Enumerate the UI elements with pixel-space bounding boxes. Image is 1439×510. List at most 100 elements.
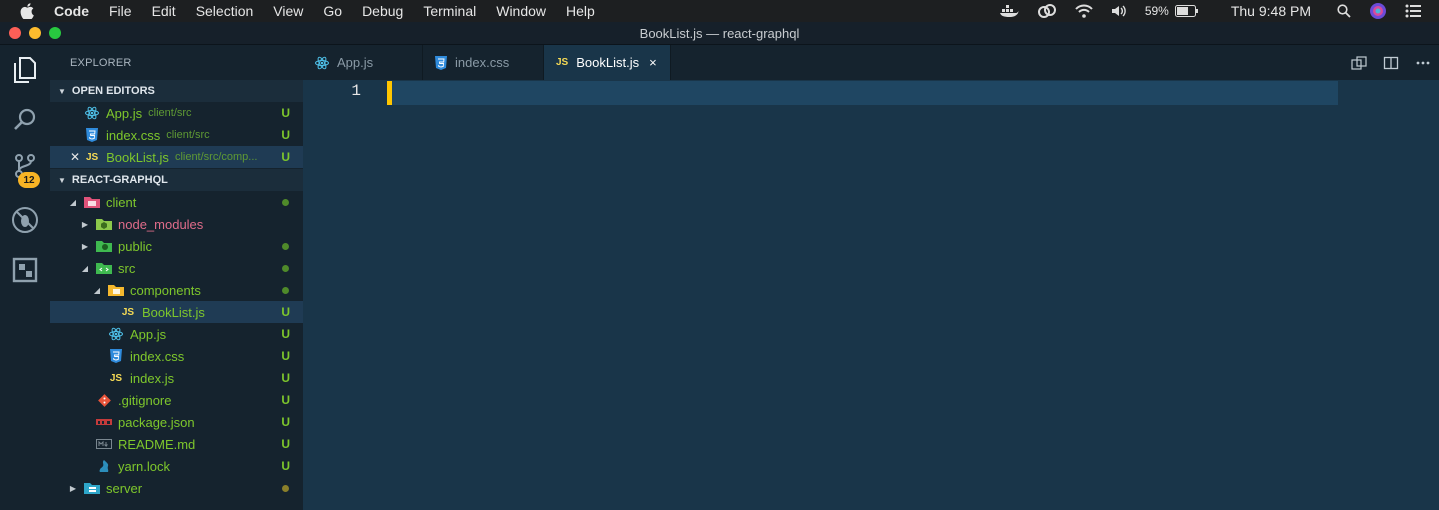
- file-path: client/src: [166, 129, 210, 141]
- tree-file-yarn-lock[interactable]: yarn.lock U: [50, 455, 303, 477]
- editor-tab-bar: App.js index.css JS BookList.js ×: [303, 45, 1439, 80]
- close-tab-icon[interactable]: ×: [649, 55, 657, 70]
- file-path: client/src: [148, 107, 192, 119]
- tree-file-gitignore[interactable]: .gitignore U: [50, 389, 303, 411]
- folder-name: server: [106, 480, 143, 496]
- modified-dot-icon: [282, 264, 289, 272]
- menu-terminal[interactable]: Terminal: [423, 3, 476, 19]
- folder-name: components: [130, 282, 201, 298]
- tree-folder-src[interactable]: ◢ src: [50, 257, 303, 279]
- untracked-status: U: [281, 305, 290, 319]
- tree-file-readme-md[interactable]: README.md U: [50, 433, 303, 455]
- open-editor-booklist-js[interactable]: ✕ JS BookList.js client/src/comp... U: [50, 146, 303, 168]
- folder-node-icon: [96, 216, 112, 232]
- modified-dot-icon: [282, 242, 289, 250]
- extensions-icon[interactable]: [0, 248, 50, 292]
- tree-folder-node-modules[interactable]: ▶ node_modules: [50, 213, 303, 235]
- line-number-gutter: 1: [303, 80, 387, 510]
- untracked-status: U: [281, 106, 290, 120]
- react-icon: [108, 326, 124, 342]
- folder-components-icon: [108, 282, 124, 298]
- untracked-status: U: [281, 128, 290, 142]
- menu-help[interactable]: Help: [566, 3, 595, 19]
- js-icon: JS: [85, 151, 99, 163]
- search-icon[interactable]: [0, 98, 50, 142]
- untracked-status: U: [281, 437, 290, 451]
- menu-window[interactable]: Window: [496, 3, 546, 19]
- folder-client-icon: [84, 194, 100, 210]
- project-section[interactable]: ▼ REACT-GRAPHQL: [50, 169, 303, 191]
- battery-icon[interactable]: [1174, 5, 1199, 17]
- tree-folder-public[interactable]: ▶ public: [50, 235, 303, 257]
- collapsed-arrow-icon: ▶: [69, 483, 77, 493]
- menubar-clock[interactable]: Thu 9:48 PM: [1231, 3, 1311, 19]
- split-editor-icon[interactable]: [1383, 55, 1399, 71]
- open-editor-app-js[interactable]: App.js client/src U: [50, 102, 303, 124]
- current-line-highlight: [387, 81, 1338, 105]
- tree-file-app-js[interactable]: App.js U: [50, 323, 303, 345]
- code-editor[interactable]: 1: [303, 80, 1439, 510]
- apple-icon[interactable]: [20, 3, 40, 19]
- menu-selection[interactable]: Selection: [196, 3, 254, 19]
- git-icon: [96, 392, 112, 408]
- js-icon: JS: [556, 57, 569, 68]
- tree-folder-server[interactable]: ▶ server: [50, 477, 303, 499]
- notification-center-icon[interactable]: [1405, 4, 1421, 18]
- explorer-title: EXPLORER: [70, 57, 132, 69]
- expanded-arrow-icon: ◢: [93, 285, 101, 295]
- folder-name: public: [118, 238, 152, 254]
- tree-file-package-json[interactable]: package.json U: [50, 411, 303, 433]
- close-icon[interactable]: ✕: [70, 150, 80, 164]
- folder-name: node_modules: [118, 216, 204, 232]
- explorer-icon[interactable]: [0, 48, 50, 92]
- window-titlebar: BookList.js — react-graphql: [0, 22, 1439, 45]
- menu-edit[interactable]: Edit: [152, 3, 176, 19]
- css-icon: [108, 348, 124, 364]
- untracked-status: U: [281, 459, 290, 473]
- menu-go[interactable]: Go: [323, 3, 342, 19]
- tree-folder-client[interactable]: ◢ client: [50, 191, 303, 213]
- more-actions-icon[interactable]: [1415, 55, 1431, 71]
- tab-index-css[interactable]: index.css: [423, 45, 544, 80]
- folder-name: src: [118, 260, 136, 276]
- menu-view[interactable]: View: [273, 3, 303, 19]
- tree-file-index-css[interactable]: index.css U: [50, 345, 303, 367]
- project-label: REACT-GRAPHQL: [71, 174, 168, 186]
- docker-icon[interactable]: [999, 4, 1019, 18]
- close-window-button[interactable]: [9, 27, 21, 39]
- volume-icon[interactable]: [1111, 4, 1127, 18]
- file-name: package.json: [118, 414, 195, 430]
- open-editor-index-css[interactable]: index.css client/src U: [50, 124, 303, 146]
- react-icon: [84, 105, 100, 121]
- untracked-status: U: [281, 150, 290, 164]
- folder-server-icon: [84, 480, 100, 496]
- menu-app-name[interactable]: Code: [54, 3, 89, 19]
- open-changes-icon[interactable]: [1351, 55, 1367, 71]
- minimize-window-button[interactable]: [29, 27, 41, 39]
- collapsed-arrow-icon: ▶: [81, 219, 89, 229]
- creative-cloud-icon[interactable]: [1037, 4, 1057, 18]
- tree-folder-components[interactable]: ◢ components: [50, 279, 303, 301]
- folder-name: client: [106, 194, 137, 210]
- untracked-status: U: [281, 415, 290, 429]
- siri-icon[interactable]: [1369, 2, 1387, 20]
- file-name: App.js: [130, 326, 167, 342]
- tab-app-js[interactable]: App.js: [303, 45, 423, 80]
- expanded-arrow-icon: ◢: [69, 197, 77, 207]
- file-name: README.md: [118, 436, 196, 452]
- untracked-status: U: [281, 371, 290, 385]
- debug-icon[interactable]: [0, 198, 50, 242]
- folder-src-icon: [96, 260, 112, 276]
- menu-file[interactable]: File: [109, 3, 132, 19]
- spotlight-search-icon[interactable]: [1337, 4, 1351, 18]
- tree-file-index-js[interactable]: JS index.js U: [50, 367, 303, 389]
- wifi-icon[interactable]: [1075, 4, 1093, 18]
- collapse-arrow-icon: ▼: [58, 175, 66, 185]
- tab-booklist-js[interactable]: JS BookList.js ×: [544, 45, 671, 80]
- open-editors-section[interactable]: ▼ OPEN EDITORS: [50, 80, 303, 102]
- modified-dot-icon: [282, 198, 289, 206]
- menu-debug[interactable]: Debug: [362, 3, 403, 19]
- activity-bar: 12: [0, 45, 50, 510]
- tree-file-booklist-js[interactable]: JS BookList.js U: [50, 301, 303, 323]
- maximize-window-button[interactable]: [49, 27, 61, 39]
